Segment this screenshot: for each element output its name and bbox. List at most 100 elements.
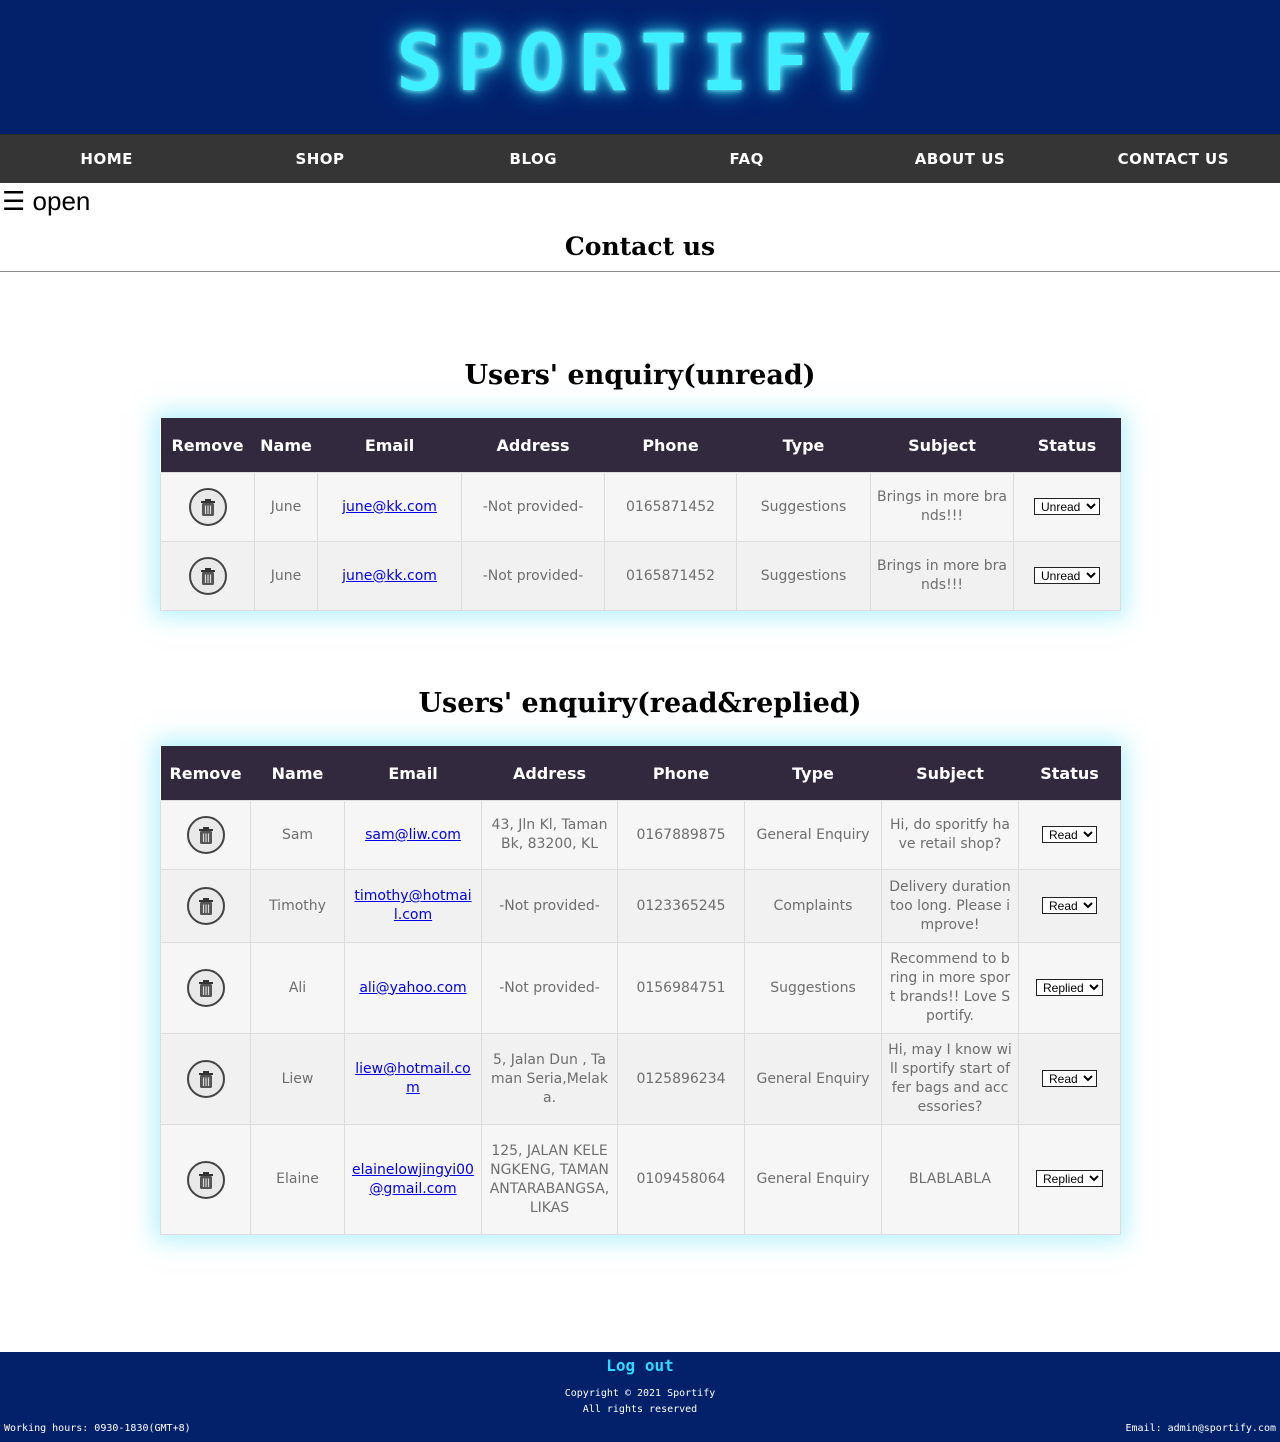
status-cell: Unread: [1013, 472, 1121, 542]
column-header-subject: Subject: [881, 746, 1019, 801]
email-link[interactable]: june@kk.com: [342, 499, 437, 515]
email-cell: june@kk.com: [317, 472, 462, 542]
address-cell: -Not provided-: [481, 869, 618, 943]
status-select[interactable]: Replied: [1036, 978, 1103, 996]
email-cell: ali@yahoo.com: [344, 942, 482, 1034]
status-cell: Replied: [1018, 1124, 1121, 1235]
logout-link[interactable]: Log out: [0, 1356, 1280, 1375]
sidebar-open-button[interactable]: ☰ open: [2, 186, 90, 217]
status-select[interactable]: Read: [1042, 896, 1097, 914]
nav-home[interactable]: HOME: [0, 135, 213, 183]
column-header-remove: Remove: [160, 418, 255, 473]
email-link[interactable]: sam@liw.com: [365, 827, 461, 843]
email-cell: sam@liw.com: [344, 800, 482, 870]
copyright: Copyright © 2021 Sportify All rights res…: [0, 1386, 1280, 1418]
column-header-phone: Phone: [617, 746, 745, 801]
email-cell: liew@hotmail.com: [344, 1033, 482, 1125]
remove-cell: [160, 541, 255, 611]
status-cell: Read: [1018, 869, 1121, 943]
trash-bin-icon[interactable]: [186, 816, 225, 854]
status-cell: Read: [1018, 800, 1121, 870]
email-cell: timothy@hotmail.com: [344, 869, 482, 943]
subject-cell: Brings in more brands!!!: [870, 472, 1014, 542]
subject-cell: Hi, may I know will sportify start offer…: [881, 1033, 1019, 1125]
status-select[interactable]: Unread: [1034, 497, 1100, 515]
nav-about-us[interactable]: ABOUT US: [853, 135, 1066, 183]
name-cell: Sam: [250, 800, 345, 870]
page-title: Contact us: [564, 232, 716, 261]
column-header-type: Type: [736, 418, 871, 473]
column-header-subject: Subject: [870, 418, 1014, 473]
email-link[interactable]: ali@yahoo.com: [359, 980, 466, 996]
rights-line: All rights reserved: [582, 1404, 698, 1415]
column-header-name: Name: [250, 746, 345, 801]
name-cell: June: [254, 472, 318, 542]
email-link[interactable]: elainelowjingyi00@gmail.com: [352, 1162, 474, 1197]
nav-shop[interactable]: SHOP: [213, 135, 426, 183]
copyright-line: Copyright © 2021 Sportify: [564, 1388, 716, 1399]
address-cell: 43, Jln Kl, Taman Bk, 83200, KL: [481, 800, 618, 870]
email-link[interactable]: liew@hotmail.com: [355, 1061, 470, 1096]
nav-faq[interactable]: FAQ: [640, 135, 853, 183]
read-section-title: Users' enquiry(read&replied): [418, 688, 862, 719]
status-cell: Replied: [1018, 942, 1121, 1034]
column-header-type: Type: [744, 746, 882, 801]
email-link[interactable]: june@kk.com: [342, 568, 437, 584]
phone-cell: 0125896234: [617, 1033, 745, 1125]
column-header-address: Address: [461, 418, 605, 473]
email-link[interactable]: timothy@hotmail.com: [354, 888, 471, 923]
phone-cell: 0165871452: [604, 541, 737, 611]
remove-cell: [160, 1033, 251, 1125]
status-cell: Read: [1018, 1033, 1121, 1125]
trash-bin-icon[interactable]: [186, 1160, 225, 1199]
table-row: June june@kk.com -Not provided- 0165871452 S…: [160, 472, 1121, 542]
table-row: June june@kk.com -Not provided- 0165871452 S…: [160, 541, 1121, 611]
table-row: Sam sam@liw.com 43, Jln Kl, Taman Bk, 8320…: [160, 800, 1121, 870]
type-cell: Suggestions: [736, 541, 871, 611]
column-header-name: Name: [254, 418, 318, 473]
type-cell: Suggestions: [744, 942, 882, 1034]
remove-cell: [160, 1124, 251, 1235]
status-select[interactable]: Replied: [1036, 1170, 1103, 1187]
table-header-row: Remove Name Email Address Phone Type Subject St…: [160, 418, 1121, 473]
phone-cell: 0167889875: [617, 800, 745, 870]
phone-cell: 0123365245: [617, 869, 745, 943]
column-header-remove: Remove: [160, 746, 251, 801]
main-nav: HOME SHOP BLOG FAQ ABOUT US CONTACT US: [0, 134, 1280, 183]
remove-cell: [160, 800, 251, 870]
unread-section-title: Users' enquiry(unread): [464, 360, 816, 391]
name-cell: Timothy: [250, 869, 345, 943]
trash-bin-icon[interactable]: [188, 557, 227, 595]
table-row: Liew liew@hotmail.com 5, Jalan Dun , Taman…: [160, 1033, 1121, 1125]
trash-bin-icon[interactable]: [186, 969, 225, 1007]
address-cell: 5, Jalan Dun , Taman Seria,Melaka.: [481, 1033, 618, 1125]
nav-blog[interactable]: BLOG: [427, 135, 640, 183]
trash-bin-icon[interactable]: [186, 1060, 225, 1098]
subject-cell: Hi, do sporitfy have retail shop?: [881, 800, 1019, 870]
address-cell: -Not provided-: [461, 472, 605, 542]
name-cell: Elaine: [250, 1124, 345, 1235]
column-header-status: Status: [1018, 746, 1121, 801]
sportify-logo[interactable]: SPORTIFY: [396, 19, 884, 109]
type-cell: General Enquiry: [744, 800, 882, 870]
trash-bin-icon[interactable]: [188, 488, 227, 526]
remove-cell: [160, 472, 255, 542]
trash-bin-icon[interactable]: [186, 887, 225, 925]
name-cell: Ali: [250, 942, 345, 1034]
email-cell: june@kk.com: [317, 541, 462, 611]
subject-cell: BLABLABLA: [881, 1124, 1019, 1235]
status-select[interactable]: Read: [1042, 825, 1097, 843]
type-cell: General Enquiry: [744, 1033, 882, 1125]
type-cell: Suggestions: [736, 472, 871, 542]
status-select[interactable]: Read: [1042, 1069, 1097, 1087]
name-cell: June: [254, 541, 318, 611]
table-header-row: Remove Name Email Address Phone Type Subject St…: [160, 746, 1121, 801]
subject-cell: Delivery duration too long. Please impro…: [881, 869, 1019, 943]
table-row: Ali ali@yahoo.com -Not provided- 0156984751…: [160, 942, 1121, 1034]
email-cell: elainelowjingyi00@gmail.com: [344, 1124, 482, 1235]
column-header-phone: Phone: [604, 418, 737, 473]
remove-cell: [160, 942, 251, 1034]
nav-contact-us[interactable]: CONTACT US: [1067, 135, 1280, 183]
status-select[interactable]: Unread: [1034, 566, 1100, 584]
working-hours: Working hours: 0930-1830(GMT+8): [4, 1423, 191, 1434]
